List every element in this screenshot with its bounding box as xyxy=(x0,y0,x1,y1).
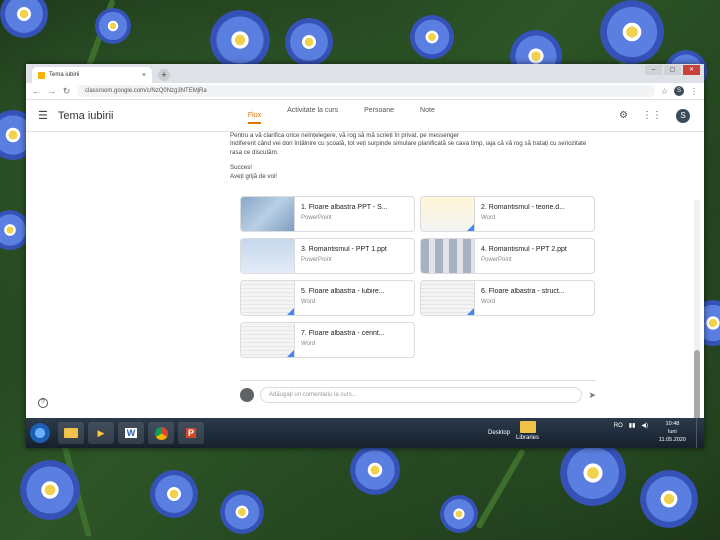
reload-icon[interactable]: ↻ xyxy=(62,86,71,97)
attachment-title: 7. Floare albastra - cerint... xyxy=(301,330,385,337)
attachment-type: PowerPoint xyxy=(301,257,332,263)
libraries-shortcut[interactable]: Libraries xyxy=(516,421,539,441)
attachment-title: 6. Floare albastra - struct... xyxy=(481,288,565,295)
browser-tab[interactable]: Tema iubirii × xyxy=(32,67,152,83)
tab-note[interactable]: Note xyxy=(420,107,435,124)
commenter-avatar xyxy=(240,388,254,402)
attachment-type: PowerPoint xyxy=(301,215,332,221)
start-button[interactable] xyxy=(30,423,50,443)
class-comment-row: Adăugați un comentariu la curs... ➤ xyxy=(240,380,596,403)
post-sign-1: Succes! xyxy=(230,164,253,172)
profile-avatar[interactable]: S xyxy=(676,108,690,123)
powerpoint-taskbar-icon[interactable]: P xyxy=(178,422,204,444)
post-sign-2: Aveți grijă de voi! xyxy=(230,172,278,180)
classroom-favicon-icon xyxy=(38,71,45,79)
attachment-thumbnail xyxy=(421,197,475,231)
class-tabs: Flux Activitate la curs Persoane Note xyxy=(247,107,435,124)
media-player-taskbar-icon[interactable]: ▶ xyxy=(88,422,114,444)
tab-persoane[interactable]: Persoane xyxy=(364,107,394,124)
url-field[interactable]: classroom.google.com/c/NzQ0Nzg3NTEMjRa xyxy=(77,85,655,97)
help-icon[interactable]: ? xyxy=(38,398,48,408)
attachment-type: Word xyxy=(481,299,496,305)
word-taskbar-icon[interactable]: W xyxy=(118,422,144,444)
classroom-header: ☰ Tema iubirii Flux Activitate la curs P… xyxy=(26,100,704,132)
browser-tab-bar: Tema iubirii × + – ▢ ✕ xyxy=(26,64,704,83)
libraries-label: Libraries xyxy=(516,435,540,441)
attachment-title: 3. Romantismul - PPT 1.ppt xyxy=(301,246,387,253)
attachment-type: Word xyxy=(481,215,496,221)
header-actions: ⚙ ⋮⋮ S xyxy=(619,108,690,123)
attachment-thumbnail xyxy=(241,197,295,231)
windows-taskbar: ▶ W P Desktop Libraries RO ▮▮ ◀) 10:48 l… xyxy=(26,418,704,448)
clock-date: 11.05.2020 xyxy=(658,437,686,443)
class-comment-input[interactable]: Adăugați un comentariu la curs... xyxy=(260,387,583,403)
scrollbar[interactable] xyxy=(694,200,700,448)
address-bar-row: ← → ↻ classroom.google.com/c/NzQ0Nzg3NTE… xyxy=(26,83,704,100)
network-icon[interactable]: ▮▮ xyxy=(629,422,636,429)
attachment-card[interactable]: 7. Floare albastra - cerint... Word xyxy=(240,322,415,358)
tab-activitate[interactable]: Activitate la curs xyxy=(287,107,338,124)
chrome-taskbar-icon[interactable] xyxy=(148,422,174,444)
tab-flux[interactable]: Flux xyxy=(247,112,262,124)
volume-icon[interactable]: ◀) xyxy=(641,422,648,429)
attachment-card[interactable]: 6. Floare albastra - struct... Word xyxy=(420,280,595,316)
send-icon[interactable]: ➤ xyxy=(588,390,596,401)
tab-title: Tema iubirii xyxy=(49,72,80,78)
attachment-card[interactable]: 1. Floare albastra PPT - S... PowerPoint xyxy=(240,196,415,232)
attachment-thumbnail xyxy=(421,239,475,273)
libraries-folder-icon xyxy=(519,421,536,433)
apps-grid-icon[interactable]: ⋮⋮ xyxy=(642,110,662,121)
window-controls: – ▢ ✕ xyxy=(645,65,700,75)
explorer-taskbar-icon[interactable] xyxy=(58,422,84,444)
attachment-thumbnail xyxy=(421,281,475,315)
attachment-type: Word xyxy=(301,341,316,347)
back-arrow-icon[interactable]: ← xyxy=(32,86,41,96)
bookmark-star-icon[interactable]: ☆ xyxy=(661,87,668,96)
minimize-button[interactable]: – xyxy=(645,65,662,75)
screen: Tema iubirii × + – ▢ ✕ ← → ↻ classroom.g… xyxy=(26,64,704,448)
show-desktop-button[interactable] xyxy=(696,418,704,448)
class-title[interactable]: Tema iubirii xyxy=(58,110,248,122)
attachment-card[interactable]: 5. Floare albastra - lubire... Word xyxy=(240,280,415,316)
stream-content: Pentru a vă clarifica orice neînțelegere… xyxy=(26,132,704,448)
attachment-type: Word xyxy=(301,299,316,305)
post-line-1: Pentru a vă clarifica orice neînțelegere… xyxy=(230,132,460,139)
hamburger-menu-icon[interactable]: ☰ xyxy=(38,109,48,122)
browser-menu-icon[interactable]: ⋮ xyxy=(690,87,698,96)
new-tab-button[interactable]: + xyxy=(158,69,170,81)
desktop-toolbar-label[interactable]: Desktop xyxy=(488,430,510,436)
gear-icon[interactable]: ⚙ xyxy=(619,110,628,121)
clock-day: luni xyxy=(668,429,677,435)
attachment-type: PowerPoint xyxy=(481,257,512,263)
system-tray: RO ▮▮ ◀) xyxy=(614,422,648,430)
maximize-button[interactable]: ▢ xyxy=(664,65,681,75)
close-window-button[interactable]: ✕ xyxy=(683,65,700,75)
attachment-card[interactable]: 2. Romantismul - teorie.d... Word xyxy=(420,196,595,232)
post-line-2: Indiferent când vei dori întâlnire cu șc… xyxy=(230,140,587,156)
attachment-card[interactable]: 3. Romantismul - PPT 1.ppt PowerPoint xyxy=(240,238,415,274)
attachment-title: 1. Floare albastra PPT - S... xyxy=(301,204,388,211)
clock-time: 10:48 xyxy=(665,421,680,427)
attachment-title: 5. Floare albastra - lubire... xyxy=(301,288,385,295)
post-text: Pentru a vă clarifica orice neînțelegere… xyxy=(230,132,594,188)
attachment-thumbnail xyxy=(241,281,295,315)
attachment-thumbnail xyxy=(241,239,295,273)
attachment-card[interactable]: 4. Romantismul - PPT 2.ppt PowerPoint xyxy=(420,238,595,274)
tab-close-icon[interactable]: × xyxy=(142,72,146,79)
forward-arrow-icon[interactable]: → xyxy=(47,86,56,96)
attachment-title: 4. Romantismul - PPT 2.ppt xyxy=(481,246,567,253)
attachment-title: 2. Romantismul - teorie.d... xyxy=(481,204,566,211)
attachment-thumbnail xyxy=(241,323,295,357)
language-indicator[interactable]: RO xyxy=(614,423,623,429)
browser-profile-avatar[interactable]: S xyxy=(674,86,684,96)
taskbar-clock[interactable]: 10:48 luni 11.05.2020 xyxy=(659,420,686,444)
